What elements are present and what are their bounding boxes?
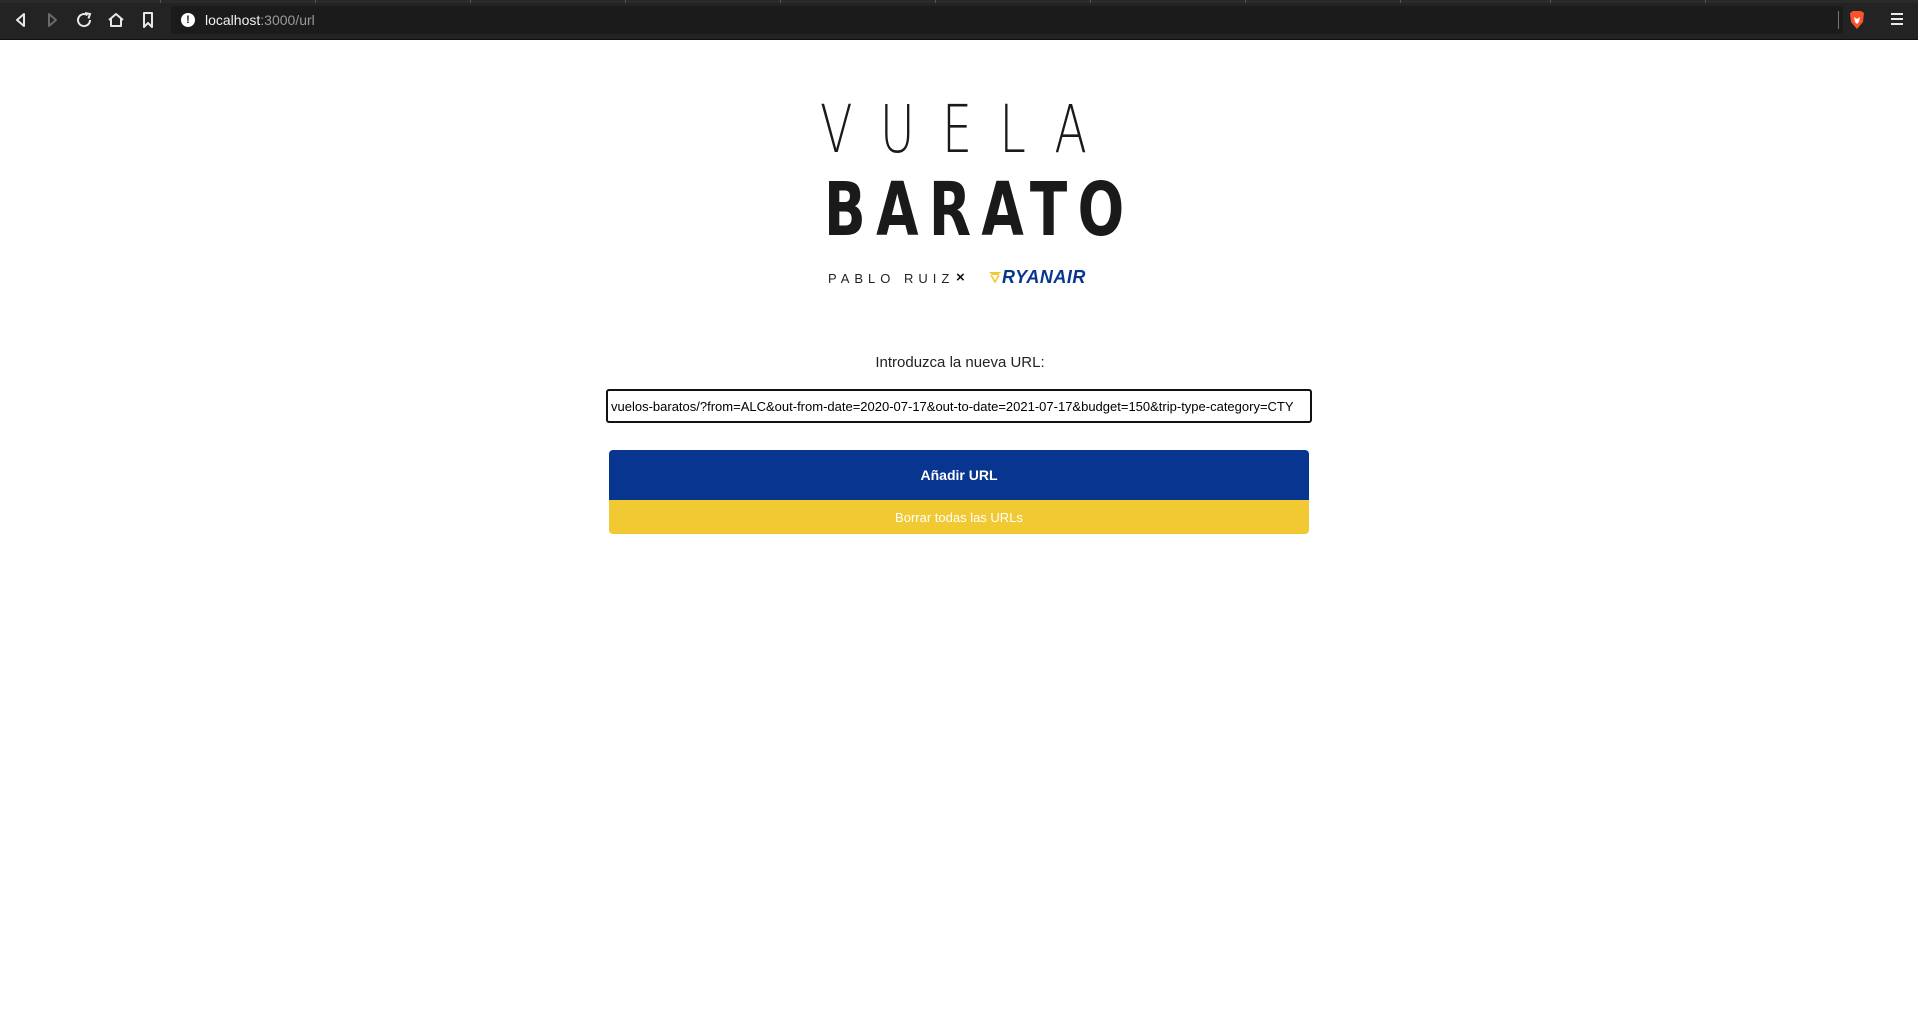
url-form-label: Introduzca la nueva URL: xyxy=(875,354,1045,371)
tab-separator xyxy=(1550,0,1551,3)
forward-button[interactable] xyxy=(40,8,64,32)
bookmark-icon xyxy=(143,12,153,28)
tab-separator xyxy=(1705,0,1706,3)
clear-all-urls-button[interactable]: Borrar todas las URLs xyxy=(609,500,1309,534)
home-button[interactable] xyxy=(104,8,128,32)
address-text[interactable]: localhost:3000/url xyxy=(205,6,315,34)
url-path: :3000/url xyxy=(260,12,315,28)
tab-separator xyxy=(1400,0,1401,3)
back-icon xyxy=(16,13,25,27)
tab-separator xyxy=(625,0,626,3)
info-icon[interactable]: ! xyxy=(181,13,195,27)
logo-line-1: VUELA xyxy=(820,91,1115,168)
logo-line-2: BARATO xyxy=(824,167,1135,253)
bookmark-button[interactable] xyxy=(136,8,160,32)
reload-icon xyxy=(77,12,92,28)
menu-icon[interactable] xyxy=(1887,9,1907,29)
logo-separator: × xyxy=(956,269,965,286)
url-input[interactable] xyxy=(606,389,1312,423)
tab-separator xyxy=(935,0,936,3)
ryanair-logo-text: RYANAIR xyxy=(1002,267,1086,287)
toolbar-divider xyxy=(1838,11,1839,29)
tab-separator xyxy=(780,0,781,3)
url-host: localhost xyxy=(205,12,261,28)
browser-toolbar: ! localhost:3000/url xyxy=(0,0,1918,40)
tab-separator xyxy=(315,0,316,3)
tab-separator xyxy=(470,0,471,3)
add-url-button[interactable]: Añadir URL xyxy=(609,450,1309,500)
tab-separator xyxy=(1245,0,1246,3)
brave-shields-icon[interactable] xyxy=(1848,10,1866,30)
logo-author: PABLO RUIZ xyxy=(828,271,955,286)
tab-separator xyxy=(1090,0,1091,3)
ryanair-harp-icon xyxy=(989,272,1001,283)
forward-icon xyxy=(48,13,57,27)
address-bar[interactable]: ! localhost:3000/url xyxy=(171,6,1843,34)
home-icon xyxy=(108,13,124,27)
tab-separator xyxy=(160,0,161,3)
tab-strip xyxy=(0,0,1918,3)
reload-button[interactable] xyxy=(72,8,96,32)
back-button[interactable] xyxy=(9,8,33,32)
